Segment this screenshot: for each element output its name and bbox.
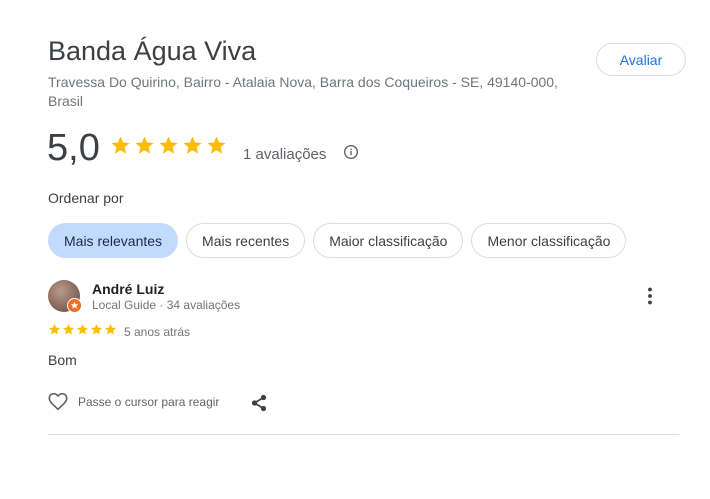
star-icon bbox=[135, 136, 154, 154]
review-count[interactable]: 1 avaliações bbox=[243, 146, 326, 163]
react-label: Passe o cursor para reagir bbox=[78, 395, 220, 409]
more-vert-icon[interactable] bbox=[641, 286, 659, 306]
sort-chip-newest[interactable]: Mais recentes bbox=[186, 223, 306, 258]
sort-chip-highest-rating[interactable]: Maior classificação bbox=[313, 223, 464, 258]
average-star-rating bbox=[110, 135, 227, 156]
place-title: Banda Água Viva bbox=[48, 36, 257, 66]
star-icon bbox=[183, 136, 202, 154]
react-button[interactable]: Passe o cursor para reagir bbox=[48, 393, 219, 411]
star-icon bbox=[76, 323, 89, 335]
divider bbox=[48, 434, 679, 435]
star-icon bbox=[90, 323, 103, 335]
review-text: Bom bbox=[48, 352, 77, 368]
sort-label: Ordenar por bbox=[48, 190, 124, 206]
star-icon bbox=[104, 323, 117, 335]
review-time: 5 anos atrás bbox=[124, 325, 191, 339]
review-star-rating bbox=[48, 323, 117, 336]
heart-icon bbox=[48, 393, 68, 411]
average-score: 5,0 bbox=[47, 127, 100, 169]
star-icon bbox=[48, 323, 61, 335]
sort-chip-most-relevant[interactable]: Mais relevantes bbox=[48, 223, 179, 258]
local-guide-badge-icon bbox=[67, 298, 82, 313]
sort-chip-lowest-rating[interactable]: Menor classificação bbox=[471, 223, 627, 258]
star-icon bbox=[159, 136, 178, 154]
share-icon[interactable] bbox=[250, 394, 268, 412]
star-icon bbox=[207, 136, 226, 154]
reviewer-meta: Local Guide · 34 avaliações bbox=[92, 298, 241, 312]
reviewer-name[interactable]: André Luiz bbox=[92, 281, 164, 297]
info-icon[interactable] bbox=[343, 144, 359, 160]
star-icon bbox=[111, 136, 130, 154]
place-address: Travessa Do Quirino, Bairro - Atalaia No… bbox=[48, 74, 558, 109]
star-icon bbox=[62, 323, 75, 335]
rate-button[interactable]: Avaliar bbox=[596, 43, 686, 76]
sort-chips: Mais relevantes Mais recentes Maior clas… bbox=[48, 223, 627, 258]
